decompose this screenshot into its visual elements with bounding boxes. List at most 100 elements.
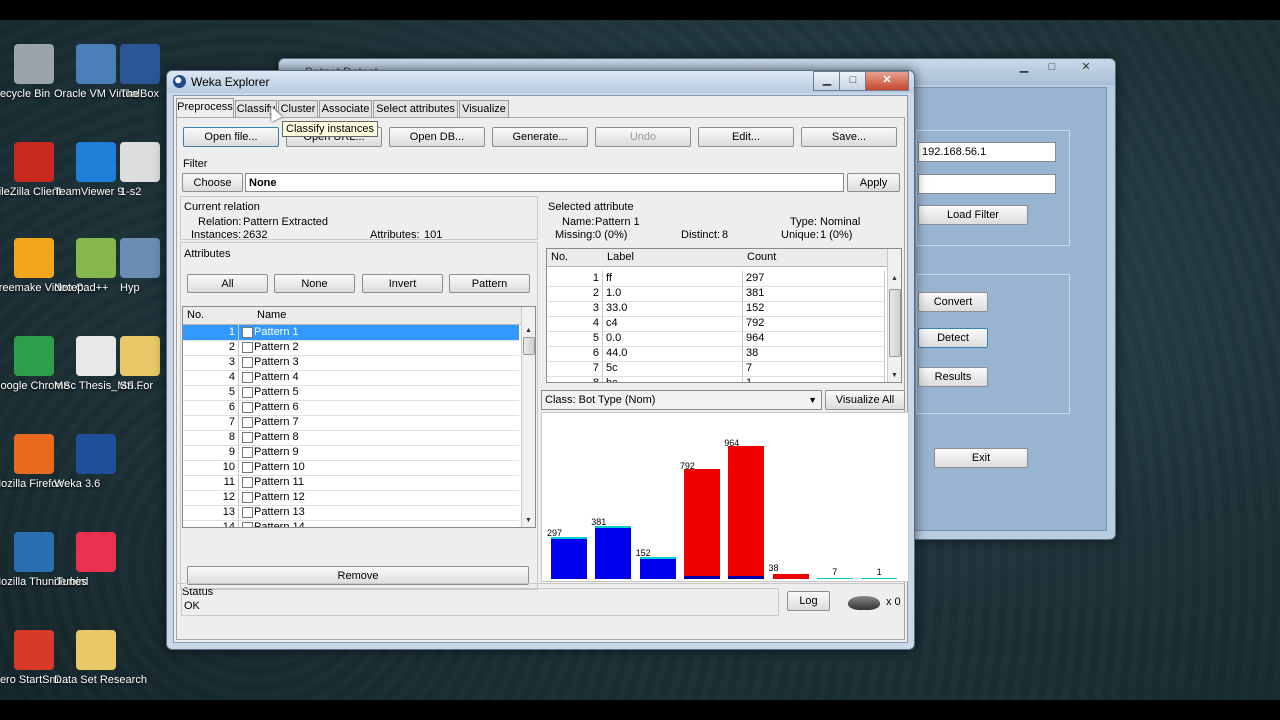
row-name: Pattern 6 bbox=[254, 401, 299, 413]
edit-button[interactable]: Edit... bbox=[698, 127, 794, 147]
desktop-icon-label: Recycle Bin bbox=[0, 88, 51, 100]
sel-type-label: Type: bbox=[790, 216, 817, 228]
minimize-button[interactable]: ▁ bbox=[1011, 59, 1037, 77]
sel-missing-label: Missing: bbox=[555, 229, 596, 241]
bar-value-label: 297 bbox=[547, 528, 563, 538]
bar-value-label: 7 bbox=[832, 567, 838, 577]
open-file-button[interactable]: Open file... bbox=[183, 127, 279, 147]
col-no: No. bbox=[187, 309, 205, 321]
scroll-down-arrow-icon[interactable]: ▼ bbox=[888, 370, 901, 382]
classify-tooltip: Classify instances bbox=[282, 121, 379, 137]
log-button[interactable]: Log bbox=[787, 591, 830, 611]
tab-visualize[interactable]: Visualize bbox=[459, 100, 509, 117]
weka-icon bbox=[76, 434, 116, 474]
desktop-icon[interactable]: Data Set Research bbox=[54, 630, 147, 686]
desktop-icon[interactable]: iTunes bbox=[54, 532, 138, 588]
scroll-up-arrow-icon[interactable]: ▲ bbox=[888, 273, 901, 285]
visualize-all-button[interactable]: Visualize All bbox=[825, 390, 905, 410]
desktop-icon[interactable]: 1-s2 bbox=[120, 142, 160, 198]
row-name: Pattern 2 bbox=[254, 341, 299, 353]
exit-button[interactable]: Exit bbox=[934, 448, 1028, 468]
open-db-button[interactable]: Open DB... bbox=[389, 127, 485, 147]
filter-name-field[interactable]: None bbox=[245, 173, 844, 192]
table-row[interactable]: 4 c4 792 bbox=[547, 316, 885, 332]
row-number: 13 bbox=[183, 505, 239, 520]
table-row[interactable]: 8 bc 1 bbox=[547, 376, 885, 382]
maximize-button[interactable]: □ bbox=[839, 71, 867, 91]
table-row[interactable]: 5 Pattern 5 bbox=[183, 385, 519, 401]
invert-selection-button[interactable]: Invert bbox=[362, 274, 443, 293]
row-name: Pattern 9 bbox=[254, 446, 299, 458]
minimize-button[interactable]: ▁ bbox=[813, 71, 841, 91]
desktop-icon[interactable]: Weka 3.6 bbox=[54, 434, 138, 490]
scroll-up-arrow-icon[interactable]: ▲ bbox=[522, 325, 535, 337]
undo-button[interactable]: Undo bbox=[595, 127, 691, 147]
desktop-icon[interactable]: Sri For bbox=[120, 336, 160, 392]
table-row[interactable]: 1 ff 297 bbox=[547, 271, 885, 287]
table-row[interactable]: 6 Pattern 6 bbox=[183, 400, 519, 416]
table-row[interactable]: 9 Pattern 9 bbox=[183, 445, 519, 461]
attributes-count-label: Attributes: bbox=[370, 229, 420, 241]
desktop-icon-label: 1-s2 bbox=[120, 186, 142, 198]
table-row[interactable]: 8 Pattern 8 bbox=[183, 430, 519, 446]
desktop-icon[interactable]: The bbox=[120, 44, 160, 100]
table-row[interactable]: 2 1.0 381 bbox=[547, 286, 885, 302]
ip-address-field[interactable]: 192.168.56.1 bbox=[918, 142, 1056, 162]
weka-bird-icon bbox=[173, 75, 186, 88]
selected-attribute-title: Selected attribute bbox=[548, 201, 634, 213]
table-row[interactable]: 7 Pattern 7 bbox=[183, 415, 519, 431]
scroll-thumb[interactable] bbox=[889, 289, 901, 357]
select-all-button[interactable]: All bbox=[187, 274, 268, 293]
row-name: Pattern 8 bbox=[254, 431, 299, 443]
table-row[interactable]: 12 Pattern 12 bbox=[183, 490, 519, 506]
table-row[interactable]: 14 Pattern 14 bbox=[183, 520, 519, 527]
pattern-button[interactable]: Pattern bbox=[449, 274, 530, 293]
close-button[interactable]: ✕ bbox=[865, 71, 909, 91]
table-row[interactable]: 5 0.0 964 bbox=[547, 331, 885, 347]
table-row[interactable]: 10 Pattern 10 bbox=[183, 460, 519, 476]
convert-button[interactable]: Convert bbox=[918, 292, 988, 312]
scroll-thumb[interactable] bbox=[523, 337, 535, 355]
second-field[interactable] bbox=[918, 174, 1056, 194]
weka-explorer-window: Weka Explorer ▁ □ ✕ Preprocess Classify … bbox=[166, 70, 915, 650]
weka-window-title: Weka Explorer bbox=[191, 75, 270, 89]
desktop: Recycle BinFileZilla ClientFreemake Vide… bbox=[0, 20, 1280, 700]
tab-preprocess[interactable]: Preprocess bbox=[176, 98, 234, 117]
results-button[interactable]: Results bbox=[918, 367, 988, 387]
table-row[interactable]: 13 Pattern 13 bbox=[183, 505, 519, 521]
select-none-button[interactable]: None bbox=[274, 274, 355, 293]
sel-name-value: Pattern 1 bbox=[595, 216, 640, 228]
values-scrollbar[interactable]: ▲ ▼ bbox=[887, 249, 901, 382]
save-button[interactable]: Save... bbox=[801, 127, 897, 147]
table-row[interactable]: 7 5c 7 bbox=[547, 361, 885, 377]
class-select[interactable]: Class: Bot Type (Nom) ▼ bbox=[541, 390, 822, 410]
cell-count: 38 bbox=[743, 346, 885, 361]
table-row[interactable]: 3 Pattern 3 bbox=[183, 355, 519, 371]
row-number: 14 bbox=[183, 520, 239, 527]
desktop-icon[interactable]: Hyp bbox=[120, 238, 160, 294]
scroll-down-arrow-icon[interactable]: ▼ bbox=[522, 515, 535, 527]
load-filter-button[interactable]: Load Filter bbox=[918, 205, 1028, 225]
maximize-button[interactable]: □ bbox=[1039, 59, 1065, 77]
table-row[interactable]: 1 Pattern 1 bbox=[183, 325, 519, 341]
choose-filter-button[interactable]: Choose bbox=[182, 173, 243, 192]
tab-select-attributes[interactable]: Select attributes bbox=[373, 100, 458, 117]
attributes-scrollbar[interactable]: ▲ ▼ bbox=[521, 307, 535, 527]
cell-label: 5c bbox=[603, 361, 743, 376]
cell-label: 1.0 bbox=[603, 286, 743, 301]
document-icon bbox=[120, 142, 160, 182]
tab-cluster[interactable]: Cluster bbox=[278, 100, 318, 117]
detect-button[interactable]: Detect bbox=[918, 328, 988, 348]
apply-button[interactable]: Apply bbox=[847, 173, 900, 192]
table-row[interactable]: 3 33.0 152 bbox=[547, 301, 885, 317]
attributes-count-value: 101 bbox=[424, 229, 443, 241]
table-row[interactable]: 4 Pattern 4 bbox=[183, 370, 519, 386]
table-row[interactable]: 2 Pattern 2 bbox=[183, 340, 519, 356]
tab-associate[interactable]: Associate bbox=[319, 100, 372, 117]
close-button[interactable]: ✕ bbox=[1073, 59, 1099, 77]
row-name: Pattern 7 bbox=[254, 416, 299, 428]
table-row[interactable]: 11 Pattern 11 bbox=[183, 475, 519, 491]
row-number: 11 bbox=[183, 475, 239, 490]
generate-button[interactable]: Generate... bbox=[492, 127, 588, 147]
table-row[interactable]: 6 44.0 38 bbox=[547, 346, 885, 362]
